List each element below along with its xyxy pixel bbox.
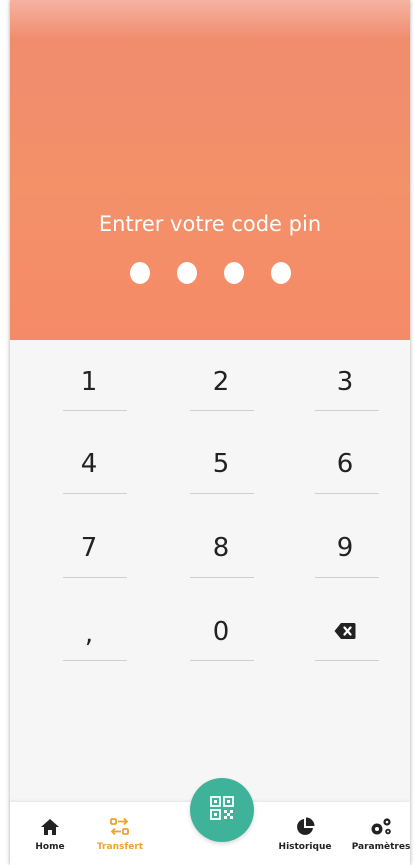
key-underline [63, 493, 127, 494]
home-icon [15, 816, 85, 838]
key-underline [190, 493, 254, 494]
key-9[interactable]: 9 [310, 518, 380, 578]
key-underline [315, 493, 379, 494]
key-3[interactable]: 3 [310, 352, 380, 412]
key-5[interactable]: 5 [186, 434, 256, 494]
key-8[interactable]: 8 [186, 518, 256, 578]
gears-icon [346, 816, 410, 838]
pin-dots [10, 262, 410, 284]
pin-dot [223, 262, 244, 284]
key-underline [190, 660, 254, 661]
nav-parametres-label: Paramètres [351, 842, 410, 852]
pin-header: Entrer votre code pin [10, 0, 410, 340]
key-underline [315, 410, 379, 411]
nav-transfert-label: Transfert [96, 842, 144, 852]
app-screen: Entrer votre code pin 1 2 3 4 5 6 7 8 9 … [10, 0, 410, 865]
key-underline [63, 577, 127, 578]
nav-home[interactable]: Home [15, 816, 85, 852]
transfer-icon [85, 816, 155, 838]
nav-parametres[interactable]: Paramètres [346, 816, 410, 852]
pie-chart-icon [270, 816, 340, 838]
key-underline [190, 577, 254, 578]
qr-scan-button[interactable] [190, 778, 254, 842]
key-0[interactable]: 0 [186, 602, 256, 662]
key-underline [315, 660, 379, 661]
nav-historique[interactable]: Historique [270, 816, 340, 852]
qr-code-icon [209, 795, 235, 825]
key-underline [63, 410, 127, 411]
pin-dot [270, 262, 291, 284]
key-underline [315, 577, 379, 578]
nav-historique-label: Historique [278, 842, 332, 852]
pin-dot [176, 262, 197, 284]
backspace-icon [334, 617, 356, 647]
header-bevel [10, 0, 410, 40]
nav-home-label: Home [35, 842, 65, 852]
key-6[interactable]: 6 [310, 434, 380, 494]
key-4[interactable]: 4 [54, 434, 124, 494]
pin-title: Entrer votre code pin [98, 212, 322, 236]
pin-dot [129, 262, 150, 284]
backspace-button[interactable] [310, 602, 380, 662]
key-1[interactable]: 1 [54, 352, 124, 412]
nav-transfert[interactable]: Transfert [85, 816, 155, 852]
key-underline [190, 410, 254, 411]
key-underline [63, 660, 127, 661]
key-2[interactable]: 2 [186, 352, 256, 412]
key-7[interactable]: 7 [54, 518, 124, 578]
key-comma[interactable]: , [54, 604, 124, 664]
